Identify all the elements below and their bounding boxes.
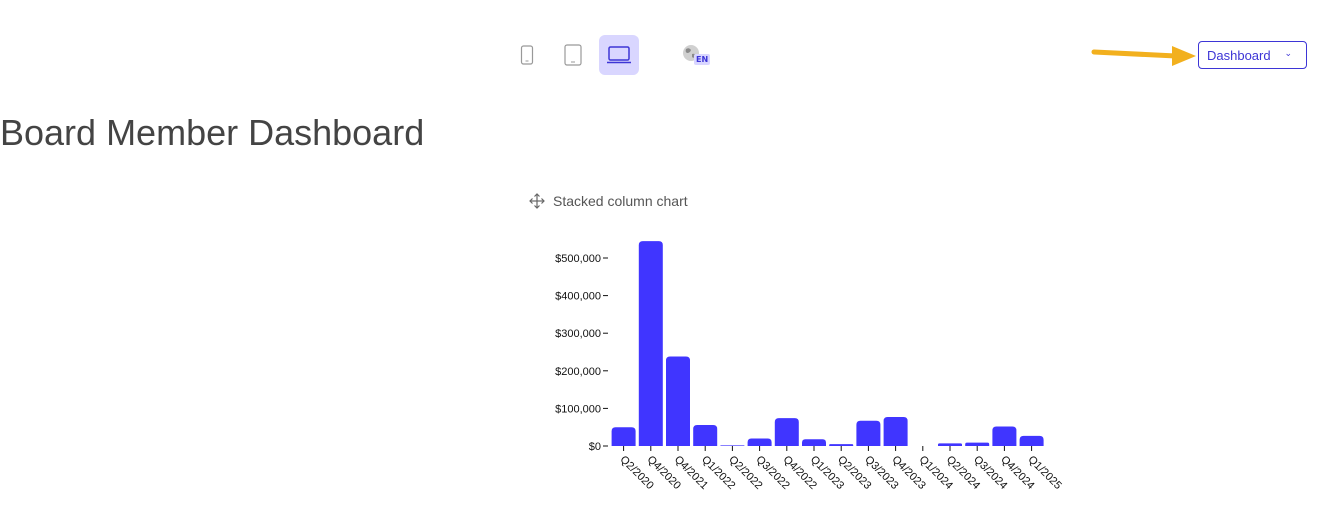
pointer-arrow <box>1091 46 1196 66</box>
bar-Q2/2022[interactable] <box>720 445 745 446</box>
y-tick-label: $100,000 <box>555 403 601 415</box>
language-button[interactable]: EN <box>682 44 712 70</box>
bar-Q2/2023[interactable] <box>829 444 854 446</box>
bar-Q3/2022[interactable] <box>747 438 772 446</box>
dashboard-select-value: Dashboard <box>1207 47 1271 63</box>
y-tick-label: $400,000 <box>555 291 601 303</box>
move-icon[interactable] <box>529 193 545 209</box>
chevron-down-icon: ⌄ <box>1284 48 1292 58</box>
device-tablet-button[interactable] <box>553 35 593 75</box>
bar-Q3/2023[interactable] <box>856 420 881 446</box>
bar-Q1/2022[interactable] <box>693 424 718 446</box>
bar-Q3/2024[interactable] <box>965 442 990 446</box>
phone-icon <box>520 45 534 65</box>
y-tick-label: $200,000 <box>555 366 601 378</box>
bar-Q2/2024[interactable] <box>938 443 962 446</box>
bar-Q4/2023[interactable] <box>883 417 908 446</box>
bar-Q2/2020[interactable] <box>611 427 636 446</box>
y-tick-label: $300,000 <box>555 328 601 340</box>
laptop-icon <box>607 46 631 64</box>
bar-Q4/2022[interactable] <box>774 418 799 446</box>
chart-title: Stacked column chart <box>553 193 688 209</box>
language-code: EN <box>694 54 711 65</box>
bar-Q4/2024[interactable] <box>992 426 1017 446</box>
dashboard-select[interactable]: Dashboard ⌄ <box>1198 41 1307 69</box>
device-phone-button[interactable] <box>507 35 547 75</box>
y-tick-label: $500,000 <box>555 253 601 265</box>
chart-header: Stacked column chart <box>529 193 688 209</box>
bar-Q4/2021[interactable] <box>666 356 690 446</box>
bar-Q4/2020[interactable] <box>638 241 663 446</box>
y-tick-label: $0 <box>589 441 601 453</box>
page-title: Board Member Dashboard <box>0 112 425 153</box>
bar-Q1/2025[interactable] <box>1019 435 1044 446</box>
stacked-column-chart: $0 $100,000 $200,000 $300,000 $400,000 $500,0… <box>555 241 1064 492</box>
device-laptop-button[interactable] <box>599 35 639 75</box>
tablet-icon <box>564 44 582 66</box>
bar-Q1/2023[interactable] <box>802 439 826 446</box>
